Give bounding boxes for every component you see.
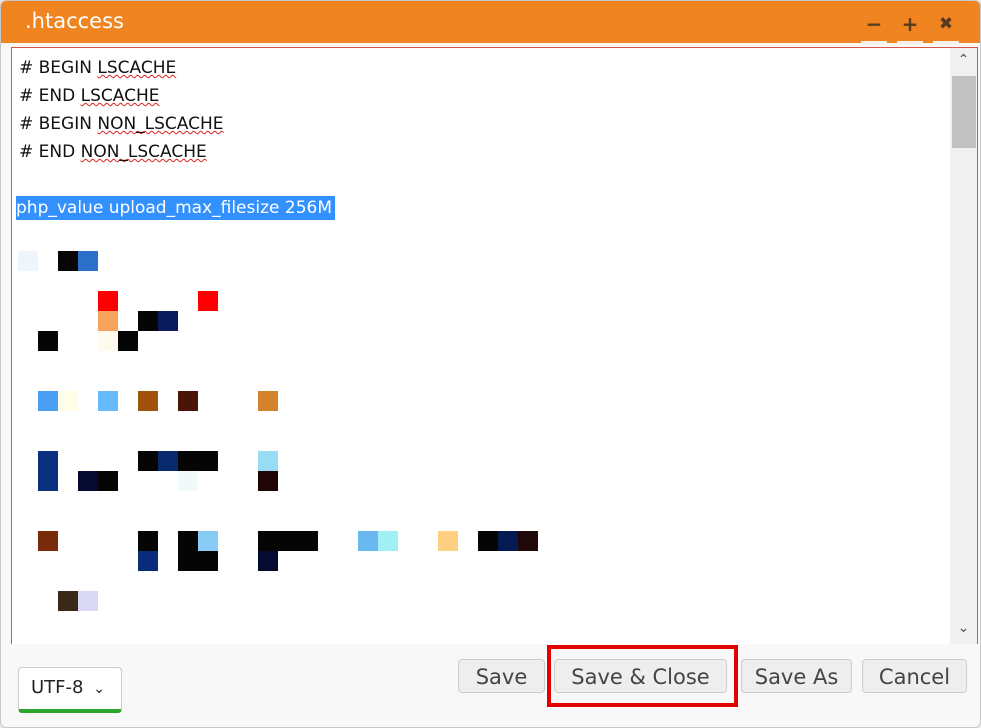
redacted-pixel-block xyxy=(198,451,218,471)
redacted-pixel-block xyxy=(158,311,178,331)
redacted-pixel-block xyxy=(258,451,278,471)
code-editor[interactable]: # BEGIN LSCACHE # END LSCACHE # BEGIN NO… xyxy=(11,47,978,644)
scroll-up-icon[interactable]: ⌃ xyxy=(950,52,977,68)
maximize-button[interactable]: + xyxy=(897,11,923,44)
redacted-pixel-block xyxy=(78,471,98,491)
redacted-pixel-block xyxy=(78,591,98,611)
redacted-pixel-block xyxy=(38,391,58,411)
redacted-pixel-block xyxy=(38,451,58,471)
dialog-title: .htaccess xyxy=(25,9,124,33)
scrollbar-thumb[interactable] xyxy=(952,76,976,148)
redacted-pixel-block xyxy=(138,551,158,571)
code-line: # BEGIN NON_LSCACHE xyxy=(19,114,224,134)
redacted-pixel-block xyxy=(158,451,178,471)
redacted-pixel-block xyxy=(278,531,298,551)
code-line: # END LSCACHE xyxy=(19,86,160,106)
redacted-pixel-block xyxy=(258,471,278,491)
redacted-pixel-block xyxy=(38,531,58,551)
redacted-pixel-block xyxy=(178,451,198,471)
chevron-down-icon: ⌄ xyxy=(93,681,105,697)
selected-code-line: php_value upload_max_filesize 256M xyxy=(16,196,336,220)
redacted-pixel-block xyxy=(98,291,118,311)
redacted-pixel-block xyxy=(138,391,158,411)
redacted-pixel-block xyxy=(98,391,118,411)
redacted-pixel-block xyxy=(178,471,198,491)
redacted-pixel-block xyxy=(138,451,158,471)
redacted-pixel-block xyxy=(38,471,58,491)
redacted-pixel-block xyxy=(138,311,158,331)
minimize-button[interactable]: − xyxy=(861,11,887,44)
redacted-pixel-block xyxy=(198,531,218,551)
redacted-pixel-block xyxy=(478,531,498,551)
redacted-pixel-block xyxy=(518,531,538,551)
redacted-pixel-block xyxy=(258,531,278,551)
redacted-pixel-block xyxy=(98,471,118,491)
redacted-pixel-block xyxy=(198,291,218,311)
cancel-button[interactable]: Cancel xyxy=(862,659,967,693)
redacted-pixel-block xyxy=(178,531,198,551)
redacted-pixel-block xyxy=(38,331,58,351)
save-as-button[interactable]: Save As xyxy=(741,659,852,693)
redacted-pixel-block xyxy=(178,551,198,571)
save-button[interactable]: Save xyxy=(458,659,545,693)
redacted-pixel-block xyxy=(258,551,278,571)
scroll-down-icon[interactable]: ⌄ xyxy=(950,620,977,636)
redacted-pixel-block xyxy=(58,591,78,611)
redacted-pixel-block xyxy=(118,331,138,351)
redacted-pixel-block xyxy=(58,391,78,411)
title-bar[interactable]: .htaccess − + ✖ xyxy=(1,1,980,44)
close-button[interactable]: ✖ xyxy=(933,11,959,44)
redacted-pixel-block xyxy=(98,311,118,331)
redacted-pixel-block xyxy=(178,391,198,411)
redacted-pixel-block xyxy=(358,531,378,551)
vertical-scrollbar[interactable]: ⌃ ⌄ xyxy=(950,48,977,644)
redacted-pixel-block xyxy=(18,251,38,271)
redacted-pixel-block xyxy=(58,251,78,271)
file-editor-dialog: .htaccess − + ✖ # BEGIN LSCACHE # END LS… xyxy=(0,0,981,728)
code-line: # BEGIN LSCACHE xyxy=(19,58,177,78)
redacted-pixel-block xyxy=(98,331,118,351)
redacted-pixel-block xyxy=(78,251,98,271)
encoding-value: UTF-8 xyxy=(31,677,84,698)
encoding-select[interactable]: UTF-8 ⌄ xyxy=(18,667,122,713)
redacted-pixel-block xyxy=(138,531,158,551)
redacted-pixel-block xyxy=(378,531,398,551)
redacted-pixel-block xyxy=(198,551,218,571)
redacted-pixel-block xyxy=(498,531,518,551)
code-line: # END NON_LSCACHE xyxy=(19,142,207,162)
redacted-pixel-block xyxy=(298,531,318,551)
redacted-pixel-block xyxy=(438,531,458,551)
highlight-box xyxy=(547,645,738,707)
redacted-pixel-block xyxy=(258,391,278,411)
